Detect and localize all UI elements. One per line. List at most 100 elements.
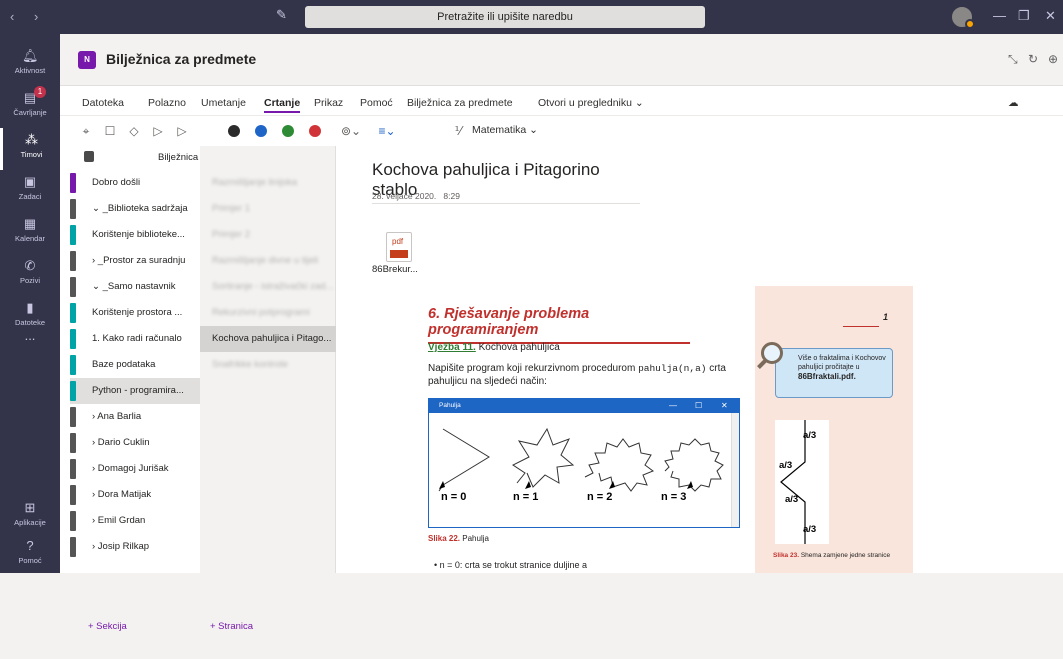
refresh-icon[interactable]: ↻ [1028, 52, 1038, 66]
section-item[interactable]: Baze podataka [70, 352, 200, 378]
section-label: ⌄ _Samo nastavnik [92, 281, 176, 292]
book-page-number: 1 [883, 312, 889, 322]
pen-color-green[interactable] [282, 125, 294, 137]
compose-icon[interactable]: ✎ [276, 7, 294, 25]
section-color-tab [70, 433, 76, 453]
exercise-title: Vježba 11. Kochova pahuljica [428, 342, 560, 353]
section-item[interactable]: › _Prostor za suradnju [70, 248, 200, 274]
minimize-icon[interactable]: — [993, 8, 1006, 23]
history-nav[interactable]: ‹ › [10, 9, 46, 24]
section-item[interactable]: ⌄ _Biblioteka sadržaja [70, 196, 200, 222]
shapes-icon[interactable]: ⊚⌄ [338, 123, 364, 139]
tab-prikaz[interactable]: Prikaz [314, 97, 343, 109]
pen-icon[interactable]: ▷ [150, 123, 166, 139]
page-canvas[interactable]: Kochova pahuljica i Pitagorino stablo 28… [336, 146, 1051, 573]
exercise-name: Kochova pahuljica [478, 342, 560, 353]
collapse-icon[interactable]: ⤡ [1008, 52, 1018, 67]
section-item[interactable]: Korištenje biblioteke... [70, 222, 200, 248]
section-item[interactable]: › Domagoj Jurišak [70, 456, 200, 482]
open-in-browser-button[interactable]: Otvori u pregledniku ⌄ [538, 97, 644, 109]
rail-item-calendar[interactable]: ▦ Kalendar [0, 212, 60, 254]
section-item[interactable]: › Josip Rilkap [70, 534, 200, 560]
highlighter-icon[interactable]: ▷ [174, 123, 190, 139]
page-item[interactable]: Snafrikke kontrole [200, 352, 336, 378]
window-minimize-icon: — [669, 401, 677, 410]
section-item[interactable]: › Dora Matijak [70, 482, 200, 508]
pdf-icon-label: pdf [392, 237, 404, 246]
section-item[interactable]: › Dario Cuklin [70, 430, 200, 456]
section-label: › Dario Cuklin [92, 437, 150, 448]
rail-item-help[interactable]: ? Pomoć [0, 534, 60, 576]
rail-item-teams[interactable]: ⁂ Timovi [0, 128, 60, 170]
math-button[interactable]: Matematika ⌄ [472, 124, 538, 136]
tab-pomoc[interactable]: Pomoć [360, 97, 393, 109]
section-label: Korištenje biblioteke... [92, 229, 185, 240]
search-input[interactable]: Pretražite ili upišite naredbu [305, 6, 705, 28]
page-item[interactable]: Primjer 1 [200, 196, 336, 222]
rail-item-activity[interactable]: 🔔︎ Aktivnost [0, 44, 60, 86]
rail-item-chat[interactable]: 1 ▤ Čavrljanje [0, 86, 60, 128]
section-label: Baze podataka [92, 359, 156, 370]
tab-polazno[interactable]: Polazno [148, 97, 186, 109]
close-icon[interactable]: ✕ [1045, 8, 1056, 24]
section-label: ⌄ _Biblioteka sadržaja [92, 203, 188, 214]
section-item[interactable]: Korištenje prostora ... [70, 300, 200, 326]
maximize-icon[interactable]: ❐ [1018, 8, 1030, 24]
page-item[interactable]: Primjer 2 [200, 222, 336, 248]
koch-step-drawing [780, 420, 806, 544]
rail-label: Timovi [20, 150, 43, 159]
section-item[interactable]: 1. Kako radi računalo [70, 326, 200, 352]
section-color-tab [70, 355, 76, 375]
more-icon: ... [24, 328, 36, 343]
window-maximize-icon: ☐ [695, 401, 703, 410]
rail-label: Zadaci [18, 192, 42, 201]
rail-item-apps[interactable]: ⊞ Aplikacije [0, 496, 60, 538]
tab-crtanje[interactable]: Crtanje [264, 97, 301, 113]
rail-item-more[interactable]: ... [0, 324, 60, 366]
section-item[interactable]: Dobro došli [70, 170, 200, 196]
teams-icon: ⁂ [25, 132, 38, 147]
rail-item-assignments[interactable]: ▣ Zadaci [0, 170, 60, 212]
section-item[interactable]: › Ana Barlia [70, 404, 200, 430]
rail-item-calls[interactable]: ✆ Pozivi [0, 254, 60, 296]
page-item[interactable]: Razmišljanje linijska [200, 170, 336, 196]
globe-icon[interactable]: ⊕ [1048, 52, 1058, 66]
pdf-icon[interactable]: pdf [386, 232, 412, 262]
app-rail: 🔔︎ Aktivnost 1 ▤ Čavrljanje ⁂ Timovi ▣ Zadaci… [0, 34, 60, 573]
page-item[interactable]: Rekurzivni potprogrami [200, 300, 336, 326]
pen-color-blue[interactable] [255, 125, 267, 137]
section-item[interactable]: ⌄ _Samo nastavnik [70, 274, 200, 300]
segment-label: a/3 [779, 460, 793, 471]
files-icon: ▮ [26, 300, 34, 315]
cloud-icon[interactable]: ☁ [1008, 97, 1019, 109]
rail-label: Pomoć [18, 556, 42, 565]
section-item[interactable]: › Emil Grdan [70, 508, 200, 534]
pen-color-black[interactable] [228, 125, 240, 137]
avatar[interactable] [950, 5, 975, 29]
eraser-icon[interactable]: ◇ [126, 123, 142, 139]
tab-umetanje[interactable]: Umetanje [201, 97, 246, 109]
apps-icon: ⊞ [24, 500, 36, 515]
section-label: › Josip Rilkap [92, 541, 150, 552]
page-time: 8:29 [443, 191, 460, 201]
select-rect-icon[interactable]: ☐ [102, 123, 118, 139]
rail-label: Aktivnost [14, 66, 46, 75]
attachment-name[interactable]: 86Brekur... [372, 264, 418, 275]
page-item[interactable]: Razmišljanje divne u tijeli [200, 248, 336, 274]
section-item[interactable]: Python - programira... [70, 378, 200, 404]
title-bar: ‹ › ✎ Pretražite ili upišite naredbu — ❐… [0, 0, 1063, 34]
line-width-icon[interactable]: ≡⌄ [374, 123, 400, 139]
page-date: 28. veljače 2020. [372, 191, 437, 201]
status-dot [965, 19, 975, 29]
page-item[interactable]: Kochova pahuljica i Pitago... [200, 326, 336, 352]
math-icon[interactable]: ⅟ [450, 123, 466, 139]
add-section-button[interactable]: + Sekcija [88, 621, 127, 632]
tab-datoteka[interactable]: Datoteka [82, 97, 124, 109]
textbook-image: 6. Rješavanje problema programiranjem Vj… [400, 286, 740, 573]
page-list: Razmišljanje linijska Primjer 1 Primjer 2R… [200, 146, 336, 632]
tab-biljeznica[interactable]: Bilježnica za predmete [407, 97, 513, 109]
page-item[interactable]: Sortiranje - istraživački zad... [200, 274, 336, 300]
pen-color-red[interactable] [309, 125, 321, 137]
lasso-icon[interactable]: ⌖ [78, 123, 94, 139]
add-page-button[interactable]: + Stranica [210, 621, 253, 632]
